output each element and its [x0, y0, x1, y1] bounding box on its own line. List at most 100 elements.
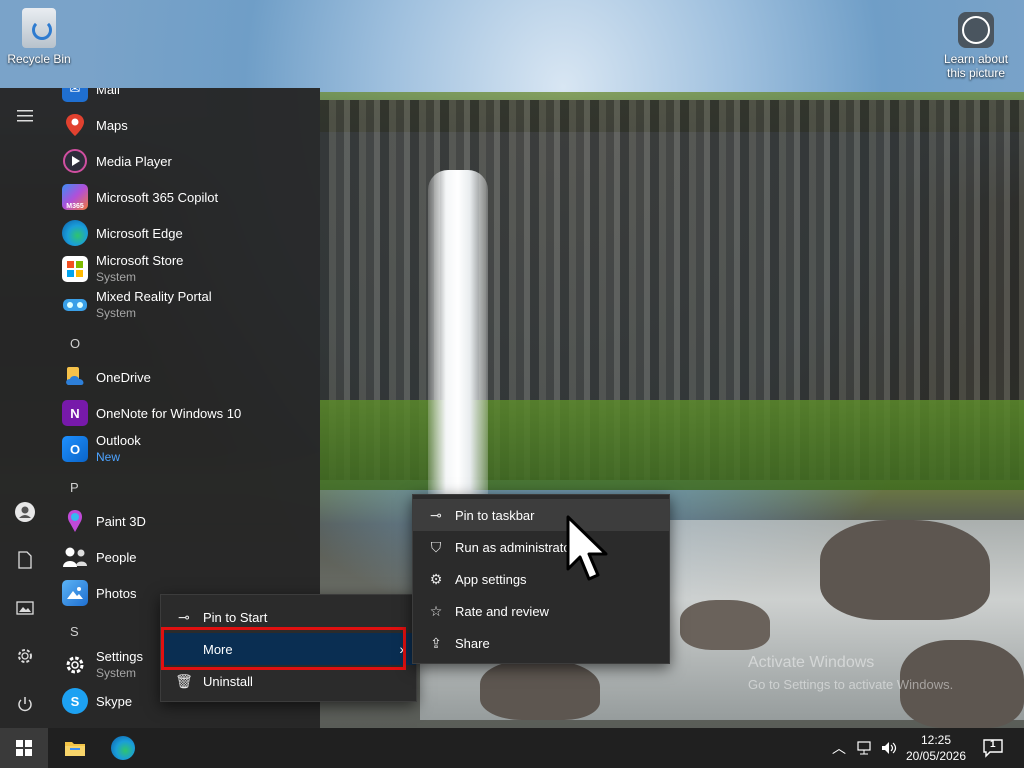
app-mixed-reality-portal[interactable]: Mixed Reality Portal System	[62, 288, 212, 322]
document-icon[interactable]	[13, 548, 37, 572]
menu-item-app-settings[interactable]: ⚙ App settings	[413, 563, 669, 595]
edge-icon	[111, 736, 135, 760]
store-icon	[62, 256, 88, 282]
speaker-icon	[882, 742, 897, 754]
onenote-icon: N	[62, 400, 88, 426]
section-letter-p[interactable]: P	[70, 480, 79, 495]
app-label: Microsoft Store	[96, 253, 184, 268]
app-people[interactable]: People	[62, 540, 136, 574]
outlook-icon: O	[62, 436, 88, 462]
m365-icon: M365	[62, 184, 88, 210]
volume-button[interactable]	[880, 728, 898, 768]
start-button[interactable]	[0, 728, 48, 768]
menu-item-label: Share	[455, 635, 490, 651]
show-hidden-icons-button[interactable]: ︿	[832, 728, 846, 768]
app-outlook[interactable]: O Outlook New	[62, 432, 141, 466]
app-skype[interactable]: S Skype	[62, 684, 132, 718]
wallpaper-rock	[480, 660, 600, 720]
app-microsoft-store[interactable]: Microsoft Store System	[62, 252, 183, 286]
app-settings[interactable]: Settings System	[62, 648, 143, 682]
app-label: Mail	[96, 88, 120, 97]
gear-icon: ⚙	[429, 570, 443, 587]
menu-item-label: Pin to taskbar	[455, 507, 535, 523]
section-letter-o[interactable]: O	[70, 336, 80, 351]
recycle-bin-icon	[22, 8, 56, 48]
folder-icon	[65, 742, 85, 756]
start-menu-rail	[0, 88, 50, 728]
app-label: People	[96, 549, 137, 565]
network-icon	[857, 741, 871, 755]
windows-logo-icon	[16, 740, 32, 756]
taskbar-edge[interactable]	[102, 728, 144, 768]
section-letter-s[interactable]: S	[70, 624, 79, 639]
app-label: Microsoft Edge	[96, 225, 183, 241]
hamburger-icon[interactable]	[13, 104, 37, 128]
mail-icon: ✉	[62, 88, 88, 102]
power-icon[interactable]	[13, 692, 37, 716]
wallpaper-grass	[320, 400, 1024, 490]
learn-label-line2: this picture	[946, 66, 1006, 80]
wallpaper-rock	[820, 520, 990, 620]
menu-item-label: Pin to Start	[203, 609, 268, 625]
app-label: OneNote for Windows 10	[96, 405, 242, 421]
app-sublabel: System	[96, 270, 137, 284]
menu-item-label: App settings	[455, 571, 527, 587]
menu-item-run-as-administrator[interactable]: ⛉ Run as administrator	[413, 531, 669, 563]
menu-item-share[interactable]: ⇪ Share	[413, 627, 669, 659]
annotation-highlight-box	[161, 627, 406, 670]
map-pin-icon	[62, 112, 88, 138]
menu-item-label: Uninstall	[203, 673, 253, 689]
paint-3d-icon	[62, 508, 88, 534]
wallpaper-rock	[680, 600, 770, 650]
learn-label-line1: Learn about	[943, 52, 1009, 66]
app-label: Outlook	[96, 433, 141, 448]
menu-item-label: Run as administrator	[455, 539, 575, 555]
more-submenu: ⊸ Pin to taskbar ⛉ Run as administrator …	[412, 494, 670, 664]
app-paint-3d[interactable]: Paint 3D	[62, 504, 146, 538]
admin-shield-icon: ⛉	[430, 538, 442, 555]
app-label: Maps	[96, 117, 128, 133]
vr-headset-icon	[62, 292, 88, 318]
camera-info-icon	[958, 12, 994, 48]
app-label: Microsoft 365 Copilot	[96, 189, 219, 205]
people-icon	[62, 544, 88, 570]
action-center-button[interactable]: 1	[982, 728, 1004, 768]
network-button[interactable]	[856, 728, 874, 768]
watermark-title: Activate Windows	[748, 654, 875, 671]
app-microsoft-edge[interactable]: Microsoft Edge	[62, 216, 183, 250]
app-onedrive[interactable]: OneDrive	[62, 360, 151, 394]
photos-icon	[62, 580, 88, 606]
star-icon: ☆	[429, 602, 443, 619]
app-onenote[interactable]: N OneNote for Windows 10	[62, 396, 241, 430]
app-sublabel: System	[96, 306, 137, 320]
onedrive-icon	[62, 364, 88, 390]
taskbar-file-explorer[interactable]	[54, 728, 96, 768]
app-maps[interactable]: Maps	[62, 108, 128, 142]
app-label: Settings	[96, 649, 143, 664]
recycle-bin-desktop-icon[interactable]: Recycle Bin	[4, 8, 74, 66]
app-label: Skype	[96, 693, 133, 709]
settings-gear-icon[interactable]	[13, 644, 37, 668]
edge-icon	[62, 220, 88, 246]
app-label: Photos	[96, 585, 137, 601]
app-microsoft-365-copilot[interactable]: M365 Microsoft 365 Copilot	[62, 180, 218, 214]
taskbar-clock[interactable]: 12:25 20/05/2026	[900, 732, 972, 764]
taskbar: ︿ 12:25 20/05/2026 1	[0, 728, 1024, 768]
watermark-subtitle: Go to Settings to activate Windows.	[748, 677, 954, 692]
app-mail[interactable]: ✉ Mail	[62, 88, 120, 106]
app-sublabel-new: New	[96, 450, 121, 464]
app-label: Mixed Reality Portal	[96, 289, 212, 304]
mouse-cursor-icon	[566, 515, 612, 590]
app-label: OneDrive	[96, 369, 151, 385]
user-icon[interactable]	[13, 500, 37, 524]
app-photos[interactable]: Photos	[62, 576, 136, 610]
menu-item-pin-to-taskbar[interactable]: ⊸ Pin to taskbar	[413, 499, 669, 531]
menu-item-rate-and-review[interactable]: ☆ Rate and review	[413, 595, 669, 627]
learn-about-picture-desktop-icon[interactable]: Learn about this picture	[936, 12, 1016, 80]
app-label: Media Player	[96, 153, 172, 169]
pin-icon: ⊸	[178, 608, 190, 625]
clock-date: 20/05/2026	[905, 749, 967, 763]
recycle-bin-label: Recycle Bin	[7, 52, 71, 66]
pictures-icon[interactable]	[13, 596, 37, 620]
app-media-player[interactable]: Media Player	[62, 144, 172, 178]
